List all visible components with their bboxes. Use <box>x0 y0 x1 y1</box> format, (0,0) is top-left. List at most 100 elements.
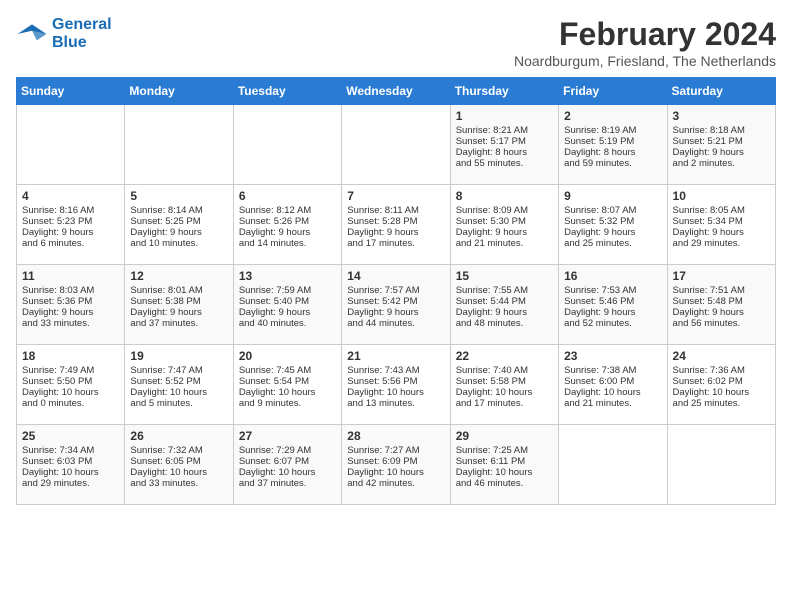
day-info: and 33 minutes. <box>22 318 119 329</box>
day-info: Sunset: 5:54 PM <box>239 376 336 387</box>
day-info: Sunrise: 8:14 AM <box>130 205 227 216</box>
day-info: Daylight: 10 hours <box>130 387 227 398</box>
day-info: Sunrise: 7:47 AM <box>130 365 227 376</box>
day-info: and 33 minutes. <box>130 478 227 489</box>
day-number: 15 <box>456 269 553 283</box>
day-info: Sunset: 5:17 PM <box>456 136 553 147</box>
day-info: Sunrise: 7:43 AM <box>347 365 444 376</box>
day-number: 27 <box>239 429 336 443</box>
day-info: Daylight: 8 hours <box>456 147 553 158</box>
day-info: Daylight: 9 hours <box>673 307 770 318</box>
day-header-friday: Friday <box>559 78 667 105</box>
calendar-cell: 14Sunrise: 7:57 AMSunset: 5:42 PMDayligh… <box>342 265 450 345</box>
calendar-cell: 29Sunrise: 7:25 AMSunset: 6:11 PMDayligh… <box>450 425 558 505</box>
day-info: Sunset: 6:07 PM <box>239 456 336 467</box>
day-number: 18 <box>22 349 119 363</box>
day-info: Daylight: 9 hours <box>564 227 661 238</box>
day-number: 11 <box>22 269 119 283</box>
calendar-week-row: 11Sunrise: 8:03 AMSunset: 5:36 PMDayligh… <box>17 265 776 345</box>
day-info: Sunset: 5:19 PM <box>564 136 661 147</box>
day-info: Sunrise: 8:18 AM <box>673 125 770 136</box>
calendar-cell <box>667 425 775 505</box>
day-info: and 17 minutes. <box>347 238 444 249</box>
day-number: 13 <box>239 269 336 283</box>
day-info: and 14 minutes. <box>239 238 336 249</box>
day-info: Daylight: 10 hours <box>22 467 119 478</box>
day-info: Sunset: 6:11 PM <box>456 456 553 467</box>
day-number: 16 <box>564 269 661 283</box>
calendar-cell: 17Sunrise: 7:51 AMSunset: 5:48 PMDayligh… <box>667 265 775 345</box>
calendar-cell: 26Sunrise: 7:32 AMSunset: 6:05 PMDayligh… <box>125 425 233 505</box>
day-info: Sunrise: 7:49 AM <box>22 365 119 376</box>
day-info: Daylight: 10 hours <box>347 467 444 478</box>
day-info: Daylight: 9 hours <box>456 227 553 238</box>
day-number: 20 <box>239 349 336 363</box>
day-info: and 17 minutes. <box>456 398 553 409</box>
day-info: and 44 minutes. <box>347 318 444 329</box>
day-info: Daylight: 9 hours <box>22 227 119 238</box>
day-info: Sunset: 6:09 PM <box>347 456 444 467</box>
day-number: 10 <box>673 189 770 203</box>
calendar-cell: 24Sunrise: 7:36 AMSunset: 6:02 PMDayligh… <box>667 345 775 425</box>
calendar-cell: 2Sunrise: 8:19 AMSunset: 5:19 PMDaylight… <box>559 105 667 185</box>
day-info: Sunset: 5:38 PM <box>130 296 227 307</box>
day-info: Sunrise: 8:21 AM <box>456 125 553 136</box>
logo-text: General Blue <box>52 16 112 52</box>
calendar-cell <box>559 425 667 505</box>
day-header-tuesday: Tuesday <box>233 78 341 105</box>
day-info: Sunrise: 7:29 AM <box>239 445 336 456</box>
day-info: Sunset: 5:52 PM <box>130 376 227 387</box>
calendar-cell: 28Sunrise: 7:27 AMSunset: 6:09 PMDayligh… <box>342 425 450 505</box>
day-info: Daylight: 9 hours <box>130 307 227 318</box>
day-info: and 52 minutes. <box>564 318 661 329</box>
day-info: and 29 minutes. <box>22 478 119 489</box>
day-number: 26 <box>130 429 227 443</box>
day-number: 23 <box>564 349 661 363</box>
day-info: Daylight: 10 hours <box>22 387 119 398</box>
calendar-cell: 12Sunrise: 8:01 AMSunset: 5:38 PMDayligh… <box>125 265 233 345</box>
day-number: 2 <box>564 109 661 123</box>
day-info: Daylight: 9 hours <box>239 307 336 318</box>
day-info: Daylight: 9 hours <box>673 147 770 158</box>
title-block: February 2024 Noardburgum, Friesland, Th… <box>514 16 776 69</box>
calendar-cell: 18Sunrise: 7:49 AMSunset: 5:50 PMDayligh… <box>17 345 125 425</box>
day-header-wednesday: Wednesday <box>342 78 450 105</box>
calendar-cell: 3Sunrise: 8:18 AMSunset: 5:21 PMDaylight… <box>667 105 775 185</box>
day-info: Sunrise: 7:27 AM <box>347 445 444 456</box>
calendar-cell: 20Sunrise: 7:45 AMSunset: 5:54 PMDayligh… <box>233 345 341 425</box>
day-number: 4 <box>22 189 119 203</box>
day-info: and 13 minutes. <box>347 398 444 409</box>
day-info: Daylight: 9 hours <box>130 227 227 238</box>
day-info: Daylight: 9 hours <box>564 307 661 318</box>
day-info: Sunset: 6:02 PM <box>673 376 770 387</box>
day-info: Sunset: 6:03 PM <box>22 456 119 467</box>
day-info: Sunset: 5:23 PM <box>22 216 119 227</box>
day-info: Sunrise: 8:05 AM <box>673 205 770 216</box>
day-info: Sunset: 5:21 PM <box>673 136 770 147</box>
day-header-monday: Monday <box>125 78 233 105</box>
calendar-cell: 15Sunrise: 7:55 AMSunset: 5:44 PMDayligh… <box>450 265 558 345</box>
calendar-cell: 10Sunrise: 8:05 AMSunset: 5:34 PMDayligh… <box>667 185 775 265</box>
day-info: Daylight: 10 hours <box>564 387 661 398</box>
day-info: and 5 minutes. <box>130 398 227 409</box>
calendar-week-row: 18Sunrise: 7:49 AMSunset: 5:50 PMDayligh… <box>17 345 776 425</box>
day-info: Sunrise: 8:11 AM <box>347 205 444 216</box>
day-info: Daylight: 10 hours <box>456 467 553 478</box>
calendar-cell: 25Sunrise: 7:34 AMSunset: 6:03 PMDayligh… <box>17 425 125 505</box>
day-info: and 46 minutes. <box>456 478 553 489</box>
day-info: and 25 minutes. <box>564 238 661 249</box>
day-info: Sunrise: 7:32 AM <box>130 445 227 456</box>
month-title: February 2024 <box>514 16 776 53</box>
day-number: 22 <box>456 349 553 363</box>
day-info: and 48 minutes. <box>456 318 553 329</box>
day-info: Sunset: 5:58 PM <box>456 376 553 387</box>
day-info: and 40 minutes. <box>239 318 336 329</box>
day-info: Sunset: 5:44 PM <box>456 296 553 307</box>
day-info: and 0 minutes. <box>22 398 119 409</box>
day-info: Sunrise: 7:59 AM <box>239 285 336 296</box>
day-info: Daylight: 9 hours <box>347 307 444 318</box>
day-number: 25 <box>22 429 119 443</box>
calendar-table: SundayMondayTuesdayWednesdayThursdayFrid… <box>16 77 776 505</box>
day-info: and 6 minutes. <box>22 238 119 249</box>
day-info: Sunrise: 7:40 AM <box>456 365 553 376</box>
